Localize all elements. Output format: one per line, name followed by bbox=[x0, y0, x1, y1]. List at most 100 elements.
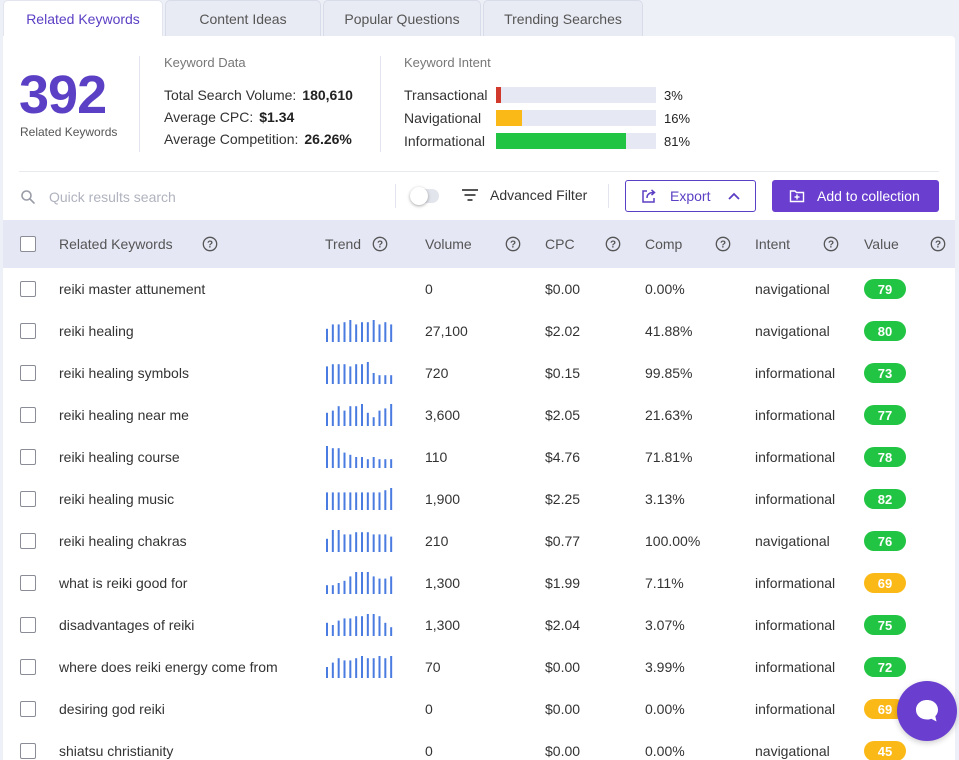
add-to-collection-label: Add to collection bbox=[817, 188, 920, 204]
table-row[interactable]: reiki healing course 110 $4.76 71.81% inform… bbox=[3, 436, 955, 478]
summary-bottom-divider bbox=[19, 171, 939, 172]
cpc-cell: $2.04 bbox=[545, 617, 581, 633]
cpc-cell: $0.00 bbox=[545, 701, 581, 717]
row-checkbox[interactable] bbox=[20, 575, 36, 591]
help-icon[interactable]: ? bbox=[202, 236, 218, 252]
keyword-cell[interactable]: reiki healing near me bbox=[59, 394, 189, 436]
keyword-cell[interactable]: reiki healing chakras bbox=[59, 520, 187, 562]
filter-toggle[interactable] bbox=[410, 187, 439, 205]
table-row[interactable]: reiki master attunement 0 $0.00 0.00% naviga… bbox=[3, 268, 955, 310]
trend-bar bbox=[372, 658, 375, 678]
tab-content-ideas[interactable]: Content Ideas bbox=[165, 0, 321, 36]
trend-bar bbox=[326, 366, 328, 384]
trend-bar bbox=[361, 532, 363, 552]
keyword-cell[interactable]: reiki healing music bbox=[59, 478, 174, 520]
help-icon[interactable]: ? bbox=[930, 236, 946, 252]
trend-bar bbox=[355, 457, 358, 468]
volume-cell: 3,600 bbox=[425, 407, 461, 423]
keyword-cell[interactable]: reiki healing bbox=[59, 310, 134, 352]
tab-related-keywords[interactable]: Related Keywords bbox=[3, 0, 163, 36]
comp-cell: 3.13% bbox=[645, 491, 685, 507]
cpc-cell: $0.77 bbox=[545, 533, 581, 549]
trend-bar bbox=[349, 660, 352, 678]
table-row[interactable]: reiki healing near me 3,600 $2.05 21.63% inf… bbox=[3, 394, 955, 436]
keyword-cell[interactable]: what is reiki good for bbox=[59, 562, 187, 604]
trend-bar bbox=[384, 490, 387, 510]
help-icon[interactable]: ? bbox=[605, 236, 621, 252]
trend-bar bbox=[331, 324, 334, 342]
keyword-cell[interactable]: desiring god reiki bbox=[59, 688, 165, 730]
keyword-cell[interactable]: reiki healing course bbox=[59, 436, 180, 478]
trend-bar bbox=[343, 534, 346, 552]
table-row[interactable]: reiki healing music 1,900 $2.25 3.13% inform… bbox=[3, 478, 955, 520]
table-row[interactable]: shiatsu christianity 0 $0.00 0.00% navigatio… bbox=[3, 730, 955, 760]
trend-bar bbox=[337, 583, 340, 594]
trend-bar bbox=[384, 622, 387, 636]
keyword-cell[interactable]: reiki healing symbols bbox=[59, 352, 189, 394]
help-icon[interactable]: ? bbox=[372, 236, 388, 252]
table-row[interactable]: reiki healing symbols 720 $0.15 99.85% infor… bbox=[3, 352, 955, 394]
keyword-data-label: Keyword Data bbox=[164, 55, 246, 70]
trend-bar bbox=[378, 459, 381, 468]
trend-bar bbox=[355, 492, 358, 510]
column-header-volume[interactable]: Volume bbox=[425, 220, 472, 268]
table-row[interactable]: reiki healing chakras 210 $0.77 100.00% navi… bbox=[3, 520, 955, 562]
volume-cell: 0 bbox=[425, 743, 433, 759]
volume-cell: 0 bbox=[425, 281, 433, 297]
row-checkbox[interactable] bbox=[20, 491, 36, 507]
help-icon[interactable]: ? bbox=[715, 236, 731, 252]
column-header-value[interactable]: Value bbox=[864, 220, 899, 268]
column-header-keyword[interactable]: Related Keywords bbox=[59, 220, 173, 268]
column-header-trend[interactable]: Trend bbox=[325, 220, 361, 268]
advanced-filter-button[interactable]: Advanced Filter bbox=[490, 187, 587, 203]
trend-bar bbox=[384, 658, 387, 678]
column-header-intent[interactable]: Intent bbox=[755, 220, 790, 268]
value-badge: 82 bbox=[864, 489, 906, 509]
trend-bar bbox=[331, 448, 334, 468]
row-checkbox[interactable] bbox=[20, 407, 36, 423]
row-checkbox[interactable] bbox=[20, 743, 36, 759]
cpc-cell: $4.76 bbox=[545, 449, 581, 465]
table-row[interactable]: what is reiki good for 1,300 $1.99 7.11% inf… bbox=[3, 562, 955, 604]
row-checkbox[interactable] bbox=[20, 533, 36, 549]
row-checkbox[interactable] bbox=[20, 323, 36, 339]
keyword-cell[interactable]: where does reiki energy come from bbox=[59, 646, 278, 688]
row-checkbox[interactable] bbox=[20, 701, 36, 717]
column-header-comp[interactable]: Comp bbox=[645, 220, 682, 268]
chat-button[interactable] bbox=[897, 681, 957, 741]
trend-bar bbox=[349, 366, 352, 384]
value-badge: 45 bbox=[864, 741, 906, 760]
table-row[interactable]: where does reiki energy come from 70 $0.00… bbox=[3, 646, 955, 688]
add-to-collection-button[interactable]: Add to collection bbox=[772, 180, 939, 212]
export-button[interactable]: Export bbox=[625, 180, 756, 212]
avg-cpc-value: $1.34 bbox=[259, 109, 295, 125]
toolbar-divider bbox=[608, 184, 609, 208]
trend-bar bbox=[378, 656, 381, 678]
help-icon[interactable]: ? bbox=[505, 236, 521, 252]
keyword-cell[interactable]: reiki master attunement bbox=[59, 268, 205, 310]
select-all-checkbox[interactable] bbox=[20, 236, 36, 252]
row-checkbox[interactable] bbox=[20, 365, 36, 381]
row-checkbox[interactable] bbox=[20, 617, 36, 633]
table-row[interactable]: disadvantages of reiki 1,300 $2.04 3.07% inf… bbox=[3, 604, 955, 646]
tab-trending-searches[interactable]: Trending Searches bbox=[483, 0, 643, 36]
quick-search-input[interactable] bbox=[49, 185, 379, 209]
table-row[interactable]: reiki healing 27,100 $2.02 41.88% navigation… bbox=[3, 310, 955, 352]
trend-bar bbox=[384, 534, 387, 552]
keyword-cell[interactable]: shiatsu christianity bbox=[59, 730, 173, 760]
trend-bar bbox=[390, 459, 393, 468]
trend-bar bbox=[372, 457, 375, 468]
tab-popular-questions[interactable]: Popular Questions bbox=[323, 0, 481, 36]
row-checkbox[interactable] bbox=[20, 659, 36, 675]
comp-cell: 71.81% bbox=[645, 449, 693, 465]
table-row[interactable]: desiring god reiki 0 $0.00 0.00% information… bbox=[3, 688, 955, 730]
cpc-cell: $0.00 bbox=[545, 281, 581, 297]
row-checkbox[interactable] bbox=[20, 449, 36, 465]
trend-bar bbox=[390, 375, 393, 384]
row-checkbox[interactable] bbox=[20, 281, 36, 297]
trend-bar bbox=[366, 322, 369, 342]
keyword-cell[interactable]: disadvantages of reiki bbox=[59, 604, 194, 646]
help-icon[interactable]: ? bbox=[823, 236, 839, 252]
column-header-cpc[interactable]: CPC bbox=[545, 220, 575, 268]
svg-text:?: ? bbox=[610, 240, 616, 251]
